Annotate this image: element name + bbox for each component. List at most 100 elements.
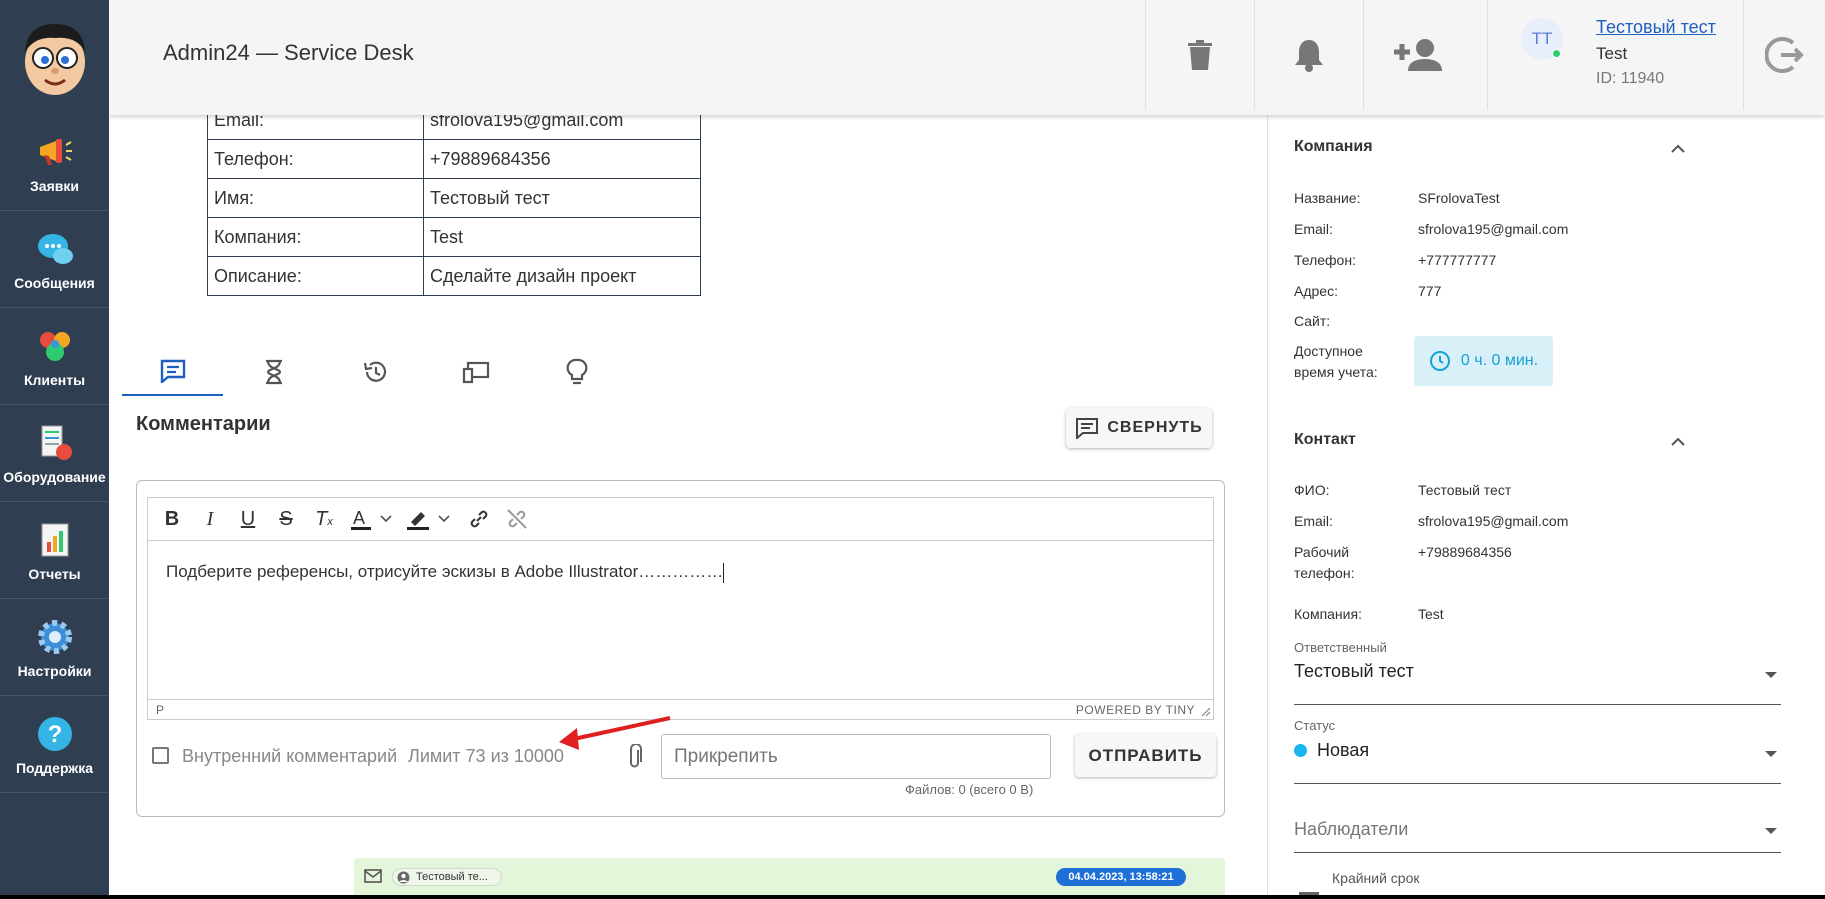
- contact-email-value: sfrolova195@gmail.com: [1418, 513, 1569, 529]
- italic-button[interactable]: I: [196, 504, 224, 534]
- company-phone-label: Телефон:: [1294, 252, 1356, 268]
- gear-icon: [35, 617, 75, 657]
- contact-email-label: Email:: [1294, 513, 1333, 529]
- table-row: Телефон: +79889684356: [207, 139, 701, 179]
- sidebar-item-clients[interactable]: Клиенты: [0, 309, 109, 405]
- resize-handle-icon[interactable]: [1201, 707, 1211, 717]
- status-value: Новая: [1294, 740, 1369, 761]
- contact-company-label: Компания:: [1294, 606, 1362, 622]
- user-id: ID: 11940: [1596, 70, 1665, 87]
- chat-bubbles-icon: [35, 229, 75, 269]
- remove-link-button[interactable]: [502, 504, 532, 534]
- editor-content[interactable]: Подберите референсы, отрисуйте эскизы в …: [166, 562, 725, 583]
- available-time-label-line: Доступное: [1294, 343, 1363, 359]
- rich-text-editor[interactable]: B I U S Tx A Подберите референсы, отрису…: [147, 497, 1214, 720]
- internal-comment-label[interactable]: Внутренний комментарий: [182, 746, 397, 767]
- chevron-up-icon[interactable]: [1668, 139, 1688, 159]
- report-chart-icon: [35, 520, 75, 560]
- logout-button[interactable]: [1743, 0, 1825, 110]
- window-bottom-edge: [0, 895, 1825, 899]
- sidebar-item-label: Настройки: [17, 662, 92, 679]
- equipment-icon: [35, 423, 75, 463]
- status-dot-icon: [1294, 744, 1307, 757]
- help-question-icon: ?: [35, 714, 75, 754]
- user-profile[interactable]: ТТ Тестовый тест Test ID: 11940: [1487, 0, 1742, 110]
- comment-list-item[interactable]: Тестовый те... 04.04.2023, 13:58:21: [354, 858, 1225, 899]
- attach-input[interactable]: [661, 734, 1051, 779]
- status-label: Статус: [1294, 718, 1336, 733]
- sidebar-item-support[interactable]: ? Поддержка: [0, 697, 109, 793]
- info-value: Test: [423, 217, 701, 257]
- available-time-label-line: время учета:: [1294, 364, 1378, 380]
- top-header: Admin24 — Service Desk ТТ Тестовый тест …: [109, 0, 1825, 115]
- internal-comment-checkbox[interactable]: [152, 747, 169, 764]
- logo-face-icon: [24, 23, 85, 95]
- sidebar-item-label: Клиенты: [23, 371, 86, 388]
- bold-icon: B: [164, 507, 180, 530]
- svg-text:A: A: [353, 508, 365, 528]
- chevron-down-icon: [1765, 751, 1777, 757]
- powered-by-label[interactable]: POWERED BY TINY: [1076, 703, 1195, 717]
- send-button[interactable]: ОТПРАВИТЬ: [1075, 734, 1216, 777]
- right-panel: Компания Название: SFrolovaTest Email: s…: [1267, 115, 1825, 899]
- status-text: Новая: [1317, 740, 1370, 760]
- strikethrough-icon: S: [279, 507, 293, 530]
- collapse-button[interactable]: СВЕРНУТЬ: [1066, 408, 1212, 448]
- company-section-title: Компания: [1294, 138, 1373, 155]
- clear-formatting-button[interactable]: Tx: [310, 504, 338, 534]
- observers-select[interactable]: Наблюдатели: [1294, 805, 1781, 853]
- info-key: Компания:: [207, 217, 424, 257]
- tab-devices[interactable]: [425, 348, 526, 396]
- sidebar-item-reports[interactable]: Отчеты: [0, 503, 109, 599]
- highlight-color-button[interactable]: [406, 504, 454, 534]
- status-select[interactable]: Статус Новая: [1294, 718, 1781, 784]
- tab-comments[interactable]: [122, 348, 223, 396]
- contact-company-value: Test: [1418, 606, 1444, 622]
- text-color-button[interactable]: A: [350, 504, 396, 534]
- notifications-button[interactable]: [1254, 0, 1362, 110]
- annotation-arrow-icon: [559, 716, 671, 750]
- underline-button[interactable]: U: [234, 504, 262, 534]
- trash-button[interactable]: [1145, 0, 1253, 110]
- responsible-select[interactable]: Ответственный Тестовый тест: [1294, 640, 1781, 705]
- editor-toolbar: B I U S Tx A: [148, 498, 1213, 541]
- online-status-indicator: [1552, 49, 1561, 58]
- clear-formatting-icon: Tx: [315, 507, 333, 530]
- available-time-value: 0 ч. 0 мин.: [1460, 352, 1539, 369]
- bold-button[interactable]: B: [158, 504, 186, 534]
- table-row: Описание: Сделайте дизайн проект: [207, 256, 701, 296]
- tab-history[interactable]: [324, 348, 425, 396]
- user-company: Test: [1596, 44, 1628, 63]
- app-logo[interactable]: [0, 0, 109, 115]
- element-path[interactable]: P: [156, 703, 164, 717]
- sidebar-item-requests[interactable]: Заявки: [0, 115, 109, 211]
- insert-link-button[interactable]: [464, 504, 494, 534]
- sidebar-item-settings[interactable]: Настройки: [0, 600, 109, 696]
- editor-statusbar: P POWERED BY TINY: [148, 699, 1213, 719]
- sidebar-item-label: Заявки: [30, 177, 79, 194]
- strikethrough-button[interactable]: S: [272, 504, 300, 534]
- chevron-up-icon[interactable]: [1668, 432, 1688, 452]
- deadline-label: Крайний срок: [1332, 870, 1420, 886]
- sidebar-item-equipment[interactable]: Оборудование: [0, 406, 109, 502]
- sidebar-item-label: Оборудование: [3, 468, 106, 485]
- files-info: Файлов: 0 (всего 0 B): [905, 782, 1034, 797]
- info-value: +79889684356: [423, 139, 701, 179]
- hourglass-icon: [265, 359, 282, 385]
- sidebar-item-label: Поддержка: [15, 759, 94, 776]
- add-user-button[interactable]: [1363, 0, 1471, 110]
- available-time-chip: 0 ч. 0 мин.: [1414, 336, 1553, 386]
- add-user-icon: [1393, 39, 1442, 71]
- company-email-value: sfrolova195@gmail.com: [1418, 221, 1569, 237]
- page-title: Admin24 — Service Desk: [163, 40, 414, 65]
- table-row: Компания: Test: [207, 217, 701, 257]
- app-root: Заявки Сообщения Клиенты Оборудование От: [0, 0, 1825, 899]
- user-name-link[interactable]: Тестовый тест: [1596, 17, 1716, 38]
- tab-tips[interactable]: [526, 348, 627, 396]
- sidebar-item-messages[interactable]: Сообщения: [0, 212, 109, 308]
- tab-time[interactable]: [223, 348, 324, 396]
- character-limit: Лимит 73 из 10000: [408, 746, 564, 766]
- author-chip[interactable]: Тестовый те...: [392, 868, 502, 886]
- history-icon: [363, 361, 386, 382]
- observers-placeholder: Наблюдатели: [1294, 819, 1409, 839]
